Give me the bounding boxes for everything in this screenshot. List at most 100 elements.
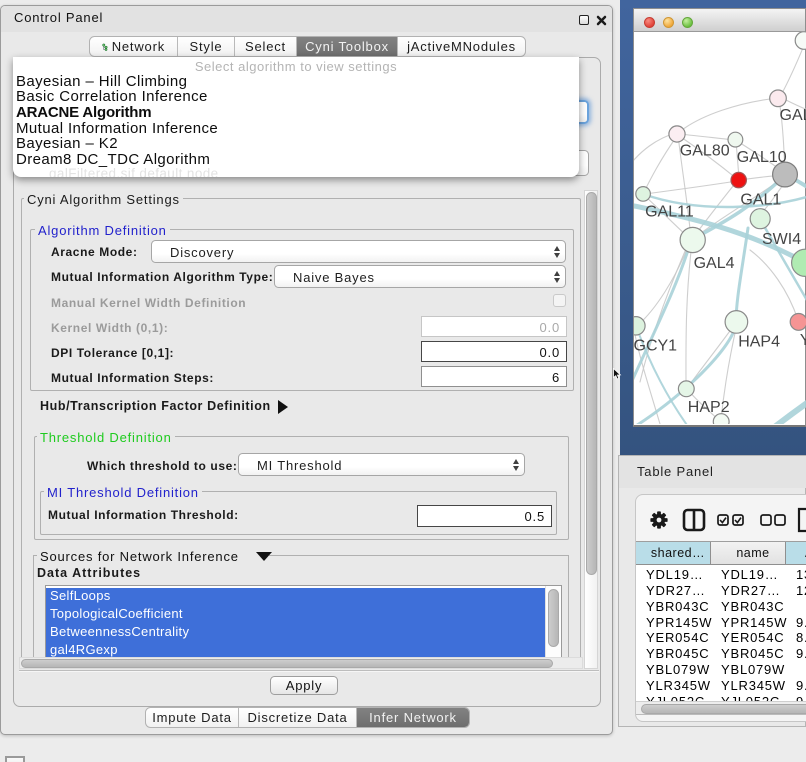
dropdown-item[interactable]: Basic Correlation Inference xyxy=(16,88,208,105)
table-cell[interactable]: YER054C xyxy=(721,630,784,645)
dropdown-item[interactable]: Bayesian – K2 xyxy=(16,135,118,152)
table-cell[interactable]: YDR27… xyxy=(646,583,706,598)
network-graph-canvas[interactable]: GAL7GAL80GAL10GAL1SWI4GAL11GAL4HAP4YJGCY… xyxy=(634,32,806,424)
table-cell[interactable]: 9. xyxy=(796,615,806,630)
tab-infer-network[interactable]: Infer Network xyxy=(357,708,469,727)
sources-collapse-icon[interactable] xyxy=(256,552,272,561)
network-node-yj[interactable] xyxy=(790,314,806,331)
dropdown-item[interactable]: Bayesian – Hill Climbing xyxy=(16,73,187,90)
tab-style[interactable]: Style xyxy=(178,37,235,56)
network-node[interactable] xyxy=(713,414,729,424)
dpi-tolerance-field[interactable]: 0.0 xyxy=(421,341,567,362)
table-hscrollbar-thumb[interactable] xyxy=(641,704,806,714)
table-cell[interactable]: 8. xyxy=(796,630,806,645)
split-columns-icon[interactable] xyxy=(684,510,704,530)
attr-list-vscrollbar[interactable] xyxy=(545,586,561,657)
network-node-gal1[interactable] xyxy=(731,172,746,187)
table-cell[interactable]: YPR145W xyxy=(646,615,712,630)
network-edge[interactable] xyxy=(645,181,737,194)
table-cell[interactable]: 9. xyxy=(796,646,806,661)
table-cell[interactable]: YBL079W xyxy=(721,662,785,677)
table-cell[interactable]: YPR145W xyxy=(721,615,787,630)
attribute-list-item[interactable]: BetweennessCentrality xyxy=(46,624,547,642)
network-node-gal10[interactable] xyxy=(728,132,743,147)
network-edge[interactable] xyxy=(780,43,805,97)
apply-button[interactable]: Apply xyxy=(270,676,338,695)
network-edge-highlighted[interactable] xyxy=(768,398,806,424)
network-edge[interactable] xyxy=(678,98,778,133)
dropdown-item[interactable]: ARACNE Algorithm xyxy=(16,104,151,121)
table-header-row[interactable]: shared…nameA xyxy=(636,542,806,565)
network-node-hap2[interactable] xyxy=(678,381,694,397)
settings-hscrollbar-thumb[interactable] xyxy=(21,659,553,668)
network-node[interactable] xyxy=(773,162,798,187)
tab-impute-data[interactable]: Impute Data xyxy=(146,708,239,727)
network-node[interactable] xyxy=(792,249,806,276)
mi-steps-field[interactable]: 6 xyxy=(421,366,567,387)
mi-threshold-field[interactable]: 0.5 xyxy=(417,505,552,527)
network-node-gal11[interactable] xyxy=(636,187,651,202)
document-icon[interactable] xyxy=(799,509,806,531)
table-cell[interactable]: YBL079W xyxy=(646,662,710,677)
hub-expand-icon[interactable] xyxy=(278,400,288,414)
network-edge[interactable] xyxy=(679,134,734,140)
network-edge[interactable] xyxy=(750,250,798,320)
settings-vscrollbar[interactable] xyxy=(584,190,598,669)
hub-definition-label[interactable]: Hub/Transcription Factor Definition xyxy=(40,399,271,413)
unchecked-pair-icon[interactable] xyxy=(761,515,785,525)
network-node-gal4[interactable] xyxy=(680,227,705,252)
table-rows[interactable]: YDL19… YDL19… 13 YDR27… YDR27… 12 YBR043C YBR04… xyxy=(636,565,806,699)
table-cell[interactable]: YER054C xyxy=(646,630,709,645)
network-node-gal7[interactable] xyxy=(770,90,787,107)
table-hscrollbar[interactable] xyxy=(636,701,806,715)
minimized-panel-icon[interactable] xyxy=(5,756,25,762)
table-cell[interactable]: 12 xyxy=(796,583,806,598)
float-window-icon[interactable] xyxy=(579,15,589,25)
network-node[interactable] xyxy=(795,32,806,49)
dropdown-item[interactable]: Mutual Information Inference xyxy=(16,120,218,137)
node-table[interactable]: shared…nameA YDL19… YDL19… 13 YDR27… YDR27… 1… xyxy=(636,541,806,715)
kernel-width-field[interactable]: 0.0 xyxy=(421,316,567,337)
table-cell[interactable]: YDL19… xyxy=(646,567,704,582)
network-edge[interactable] xyxy=(686,243,692,388)
minimize-traffic-light-icon[interactable] xyxy=(663,17,674,28)
close-panel-icon[interactable] xyxy=(596,15,607,26)
attribute-list-item[interactable]: gal4RGexp xyxy=(46,642,547,658)
network-window-titlebar[interactable] xyxy=(634,9,805,32)
table-cell[interactable]: YLR345W xyxy=(646,678,711,693)
table-cell[interactable]: YBR045C xyxy=(721,646,784,661)
data-attributes-list[interactable]: gal4RGexpBetweennessCentralityTopologica… xyxy=(45,585,562,658)
network-node-swi4[interactable] xyxy=(750,209,770,229)
attr-list-vscrollbar-thumb[interactable] xyxy=(548,589,559,647)
network-node-gal80[interactable] xyxy=(669,126,685,142)
mi-type-combobox[interactable]: Naive Bayes xyxy=(274,265,566,288)
attribute-list-item[interactable]: SelfLoops xyxy=(46,588,547,606)
gear-icon[interactable] xyxy=(650,511,667,528)
table-cell[interactable]: YDL19… xyxy=(721,567,779,582)
table-cell[interactable]: YDR27… xyxy=(721,583,781,598)
table-cell[interactable]: YBR043C xyxy=(721,599,784,614)
column-header-0[interactable]: shared… xyxy=(636,542,711,565)
table-cell[interactable]: YLR345W xyxy=(721,678,786,693)
manual-kernel-checkbox[interactable] xyxy=(553,294,566,307)
checked-pair-icon[interactable] xyxy=(718,515,743,525)
which-threshold-combobox[interactable]: MI Threshold xyxy=(238,453,525,476)
network-edge[interactable] xyxy=(644,136,677,192)
network-edge[interactable] xyxy=(688,324,735,387)
close-traffic-light-icon[interactable] xyxy=(644,17,655,28)
zoom-traffic-light-icon[interactable] xyxy=(682,17,693,28)
settings-hscrollbar[interactable] xyxy=(19,657,583,669)
tab-cyni-toolbox[interactable]: Cyni Toolbox xyxy=(297,37,398,56)
column-header-2[interactable]: A xyxy=(786,542,806,565)
table-cell[interactable]: 13 xyxy=(796,567,806,582)
table-cell[interactable]: YBR045C xyxy=(646,646,709,661)
tab-discretize-data[interactable]: Discretize Data xyxy=(239,708,357,727)
column-header-1[interactable]: name xyxy=(711,542,786,565)
table-cell[interactable]: YBR043C xyxy=(646,599,709,614)
tab-select[interactable]: Select xyxy=(235,37,297,56)
network-node-hap4[interactable] xyxy=(725,311,748,334)
settings-vscrollbar-thumb[interactable] xyxy=(586,192,597,575)
tab-jactivemnodules[interactable]: jActiveMNodules xyxy=(398,37,525,56)
attribute-list-item[interactable]: TopologicalCoefficient xyxy=(46,606,547,624)
tab-network[interactable]: Network xyxy=(90,37,178,56)
